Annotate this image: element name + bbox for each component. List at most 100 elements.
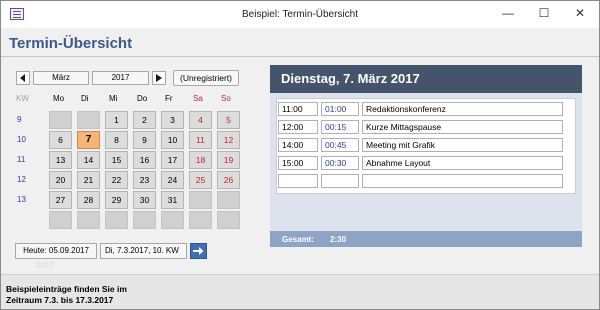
day-cell[interactable]: 11	[189, 131, 212, 149]
empty-day-cell[interactable]	[49, 211, 72, 229]
maximize-button[interactable]: ☐	[527, 1, 561, 28]
day-cell[interactable]: 21	[77, 171, 100, 189]
empty-day-cell[interactable]	[49, 111, 72, 129]
day-cell[interactable]: 1	[105, 111, 128, 129]
appointment-duration[interactable]: 01:00	[321, 102, 359, 116]
arrow-left-icon	[20, 74, 25, 82]
empty-day-cell[interactable]	[133, 211, 156, 229]
day-cell[interactable]: 12	[217, 131, 240, 149]
footer-line-1: Beispieleinträge finden Sie im	[6, 284, 127, 294]
day-cell[interactable]: 8	[105, 131, 128, 149]
day-cell[interactable]: 31	[161, 191, 184, 209]
day-cell[interactable]: 3	[161, 111, 184, 129]
close-icon: ✕	[574, 6, 586, 20]
week-number[interactable]: 11	[17, 155, 25, 164]
ghost-year-text: 2017	[36, 261, 54, 270]
weekday-header: Mo	[53, 94, 65, 103]
title-bar[interactable]: Beispiel: Termin-Übersicht — ☐ ✕	[1, 1, 599, 28]
minimize-button[interactable]: —	[491, 1, 525, 28]
day-cell[interactable]: 24	[161, 171, 184, 189]
total-value: 2:30	[330, 235, 347, 244]
day-cell[interactable]: 27	[49, 191, 72, 209]
week-number[interactable]: 13	[17, 195, 26, 204]
appointment-duration[interactable]: 00:15	[321, 120, 359, 134]
empty-day-cell[interactable]	[217, 191, 240, 209]
empty-day-cell[interactable]	[77, 111, 100, 129]
maximize-icon: ☐	[538, 6, 550, 20]
appointment-time[interactable]	[278, 174, 318, 188]
minimize-icon: —	[502, 6, 514, 20]
day-cell[interactable]: 14	[77, 151, 100, 169]
appointment-text[interactable]: Redaktionskonferenz	[362, 102, 563, 116]
appointments-list: 11:00 01:00 Redaktionskonferenz 12:00 00:15 K…	[276, 98, 576, 194]
appointment-text[interactable]: Kurze Mittagspause	[362, 120, 563, 134]
day-cell[interactable]: 28	[77, 191, 100, 209]
prev-month-button[interactable]	[16, 71, 30, 85]
weekday-header: Di	[81, 94, 89, 103]
week-number[interactable]: 10	[17, 135, 26, 144]
empty-day-cell[interactable]	[217, 211, 240, 229]
footer-line-2: Zeitraum 7.3. bis 17.3.2017	[6, 295, 114, 305]
kw-header: KW	[16, 94, 29, 103]
appointment-time[interactable]: 14:00	[278, 138, 318, 152]
arrow-right-icon	[156, 74, 162, 82]
total-bar: Gesamt: 2:30	[270, 231, 582, 247]
day-cell[interactable]: 30	[133, 191, 156, 209]
empty-day-cell[interactable]	[161, 211, 184, 229]
appointment-duration[interactable]: 00:45	[321, 138, 359, 152]
appointments-date-title: Dienstag, 7. März 2017	[281, 71, 420, 86]
go-arrow-icon	[193, 247, 204, 255]
unregistered-button[interactable]: (Unregistriert)	[173, 70, 239, 86]
weekday-header: Do	[137, 94, 148, 103]
day-cell[interactable]: 10	[161, 131, 184, 149]
next-month-button[interactable]	[152, 71, 166, 85]
year-field[interactable]: 2017	[92, 71, 149, 85]
day-cell[interactable]: 9	[133, 131, 156, 149]
day-cell[interactable]: 15	[105, 151, 128, 169]
day-cell[interactable]: 22	[105, 171, 128, 189]
selected-day-cell[interactable]: 7	[77, 131, 100, 149]
today-button[interactable]: Heute: 05.09.2017	[15, 243, 97, 259]
appointment-text[interactable]	[362, 174, 563, 188]
appointment-text[interactable]: Abnahme Layout	[362, 156, 563, 170]
weekday-header: Sa	[193, 94, 203, 103]
day-cell[interactable]: 26	[217, 171, 240, 189]
appointment-time[interactable]: 12:00	[278, 120, 318, 134]
empty-day-cell[interactable]	[189, 211, 212, 229]
title-divider	[1, 56, 599, 57]
day-cell[interactable]: 18	[189, 151, 212, 169]
go-to-date-button[interactable]	[190, 243, 207, 259]
appointment-duration[interactable]	[321, 174, 359, 188]
week-number[interactable]: 12	[17, 175, 26, 184]
weekday-header: Fr	[165, 94, 173, 103]
appointment-text[interactable]: Meeting mit Grafik	[362, 138, 563, 152]
appointment-duration[interactable]: 00:30	[321, 156, 359, 170]
empty-day-cell[interactable]	[77, 211, 100, 229]
appointments-panel: Dienstag, 7. März 2017 11:00 01:00 Redakti…	[270, 65, 582, 247]
day-cell[interactable]: 23	[133, 171, 156, 189]
day-cell[interactable]: 25	[189, 171, 212, 189]
empty-day-cell[interactable]	[105, 211, 128, 229]
total-label: Gesamt:	[282, 235, 315, 244]
day-cell[interactable]: 29	[105, 191, 128, 209]
day-cell[interactable]: 4	[189, 111, 212, 129]
week-number[interactable]: 9	[17, 115, 21, 124]
day-cell[interactable]: 17	[161, 151, 184, 169]
appointments-header: Dienstag, 7. März 2017	[270, 65, 582, 93]
month-field[interactable]: März	[33, 71, 89, 85]
weekday-header: Mi	[109, 94, 118, 103]
day-cell[interactable]: 13	[49, 151, 72, 169]
day-cell[interactable]: 2	[133, 111, 156, 129]
day-cell[interactable]: 5	[217, 111, 240, 129]
form-content: Termin-Übersicht März 2017 (Unregistrier…	[1, 28, 599, 309]
day-cell[interactable]: 20	[49, 171, 72, 189]
appointment-time[interactable]: 11:00	[278, 102, 318, 116]
day-cell[interactable]: 19	[217, 151, 240, 169]
day-cell[interactable]: 16	[133, 151, 156, 169]
empty-day-cell[interactable]	[189, 191, 212, 209]
selected-date-field[interactable]: Di, 7.3.2017, 10. KW	[100, 243, 187, 259]
appointment-time[interactable]: 15:00	[278, 156, 318, 170]
app-window: Beispiel: Termin-Übersicht — ☐ ✕ Termin-…	[0, 0, 600, 310]
day-cell[interactable]: 6	[49, 131, 72, 149]
close-button[interactable]: ✕	[563, 1, 597, 28]
